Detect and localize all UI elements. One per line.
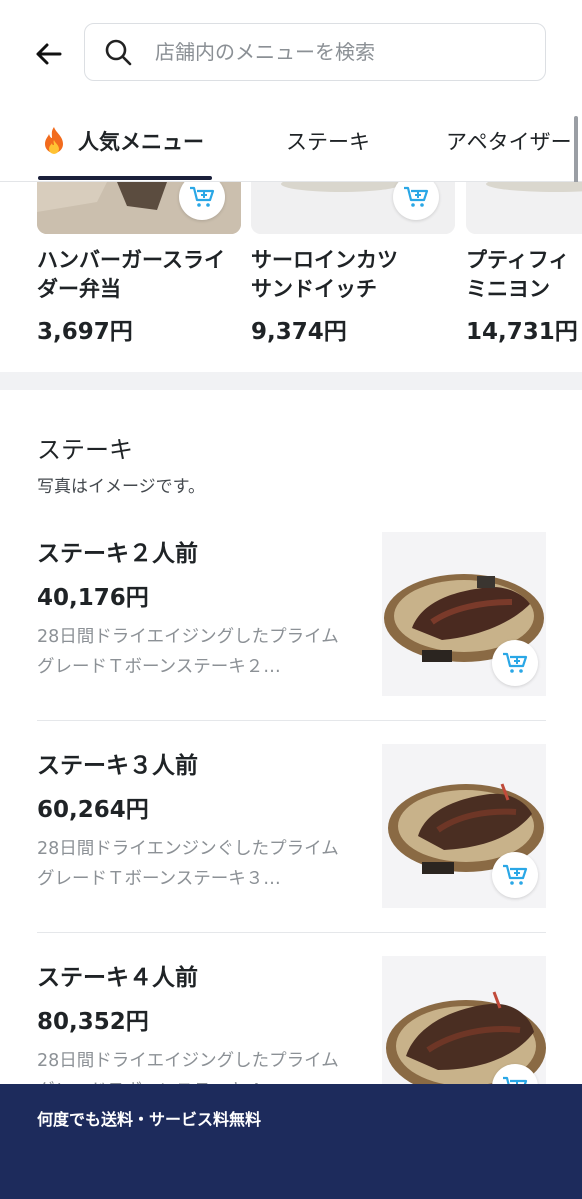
section-subtitle: 写真はイメージです。 xyxy=(37,477,205,497)
active-tab-indicator xyxy=(38,176,212,180)
popular-card[interactable]: プティフィ ミニヨン 14,731円 xyxy=(466,182,582,346)
search-box[interactable] xyxy=(84,23,546,81)
tab-label: ステーキ xyxy=(286,130,370,154)
header xyxy=(0,0,582,100)
add-to-cart-button[interactable] xyxy=(492,852,538,898)
item-price: 60,264円 xyxy=(37,797,149,823)
item-separator xyxy=(37,720,546,721)
item-description: 28日間ドライエンジンぐしたプライムグレードＴボーンステーキ３… xyxy=(37,839,339,889)
item-separator xyxy=(37,932,546,933)
item-image xyxy=(382,532,546,696)
popular-price: 9,374円 xyxy=(251,319,347,345)
section-divider xyxy=(0,372,582,390)
item-description: 28日間ドライエイジングしたプライムグレードＴボーンステーキ２… xyxy=(37,627,339,677)
popular-name: ミニヨン xyxy=(466,277,550,301)
section-title: ステーキ xyxy=(37,436,133,464)
cart-plus-icon xyxy=(190,186,215,207)
popular-name: サーロインカツ xyxy=(251,248,398,272)
popular-name: ダー弁当 xyxy=(37,277,121,301)
add-to-cart-button[interactable] xyxy=(492,640,538,686)
back-button[interactable] xyxy=(30,36,66,72)
category-tabs: 人気メニュー ステーキ アペタイザー xyxy=(0,100,582,182)
popular-image xyxy=(251,182,455,234)
popular-name: プティフィ xyxy=(466,248,570,272)
menu-item[interactable]: ステーキ２人前 40,176円 28日間ドライエイジングしたプライムグレードＴボ… xyxy=(37,532,546,746)
fire-icon xyxy=(40,126,68,156)
search-input[interactable] xyxy=(155,40,515,64)
item-name: ステーキ２人前 xyxy=(37,541,198,567)
item-name: ステーキ３人前 xyxy=(37,753,198,779)
tab-popular[interactable]: 人気メニュー xyxy=(40,100,204,181)
popular-card[interactable]: サーロインカツ サンドイッチ 9,374円 xyxy=(251,182,455,346)
popular-price: 14,731円 xyxy=(466,319,578,345)
popular-name: サンドイッチ xyxy=(251,277,377,301)
popular-carousel[interactable]: ハンバーガースライ ダー弁当 3,697円 サーロインカツ サンドイッチ 9,3… xyxy=(0,182,582,372)
tab-label: アペタイザー xyxy=(446,130,572,154)
popular-image xyxy=(37,182,241,234)
item-price: 80,352円 xyxy=(37,1009,149,1035)
item-name: ステーキ４人前 xyxy=(37,965,198,991)
arrow-left-icon xyxy=(36,43,62,65)
cart-plus-icon xyxy=(404,186,429,207)
popular-price: 3,697円 xyxy=(37,319,133,345)
popular-card[interactable]: ハンバーガースライ ダー弁当 3,697円 xyxy=(37,182,241,346)
tab-label: 人気メニュー xyxy=(78,130,204,154)
popular-name: ハンバーガースライ xyxy=(37,248,225,272)
cart-plus-icon xyxy=(503,864,528,885)
banner-text: 何度でも送料・サービス料無料 xyxy=(37,1110,262,1129)
free-delivery-banner[interactable]: 何度でも送料・サービス料無料 xyxy=(0,1084,582,1199)
tab-steak[interactable]: ステーキ xyxy=(286,100,370,181)
item-image xyxy=(382,744,546,908)
tab-appetizer[interactable]: アペタイザー xyxy=(446,100,572,181)
popular-image xyxy=(466,182,582,234)
item-price: 40,176円 xyxy=(37,585,149,611)
menu-item[interactable]: ステーキ３人前 60,264円 28日間ドライエンジンぐしたプライムグレードＴボ… xyxy=(37,744,546,958)
cart-plus-icon xyxy=(503,652,528,673)
search-icon xyxy=(103,37,133,67)
